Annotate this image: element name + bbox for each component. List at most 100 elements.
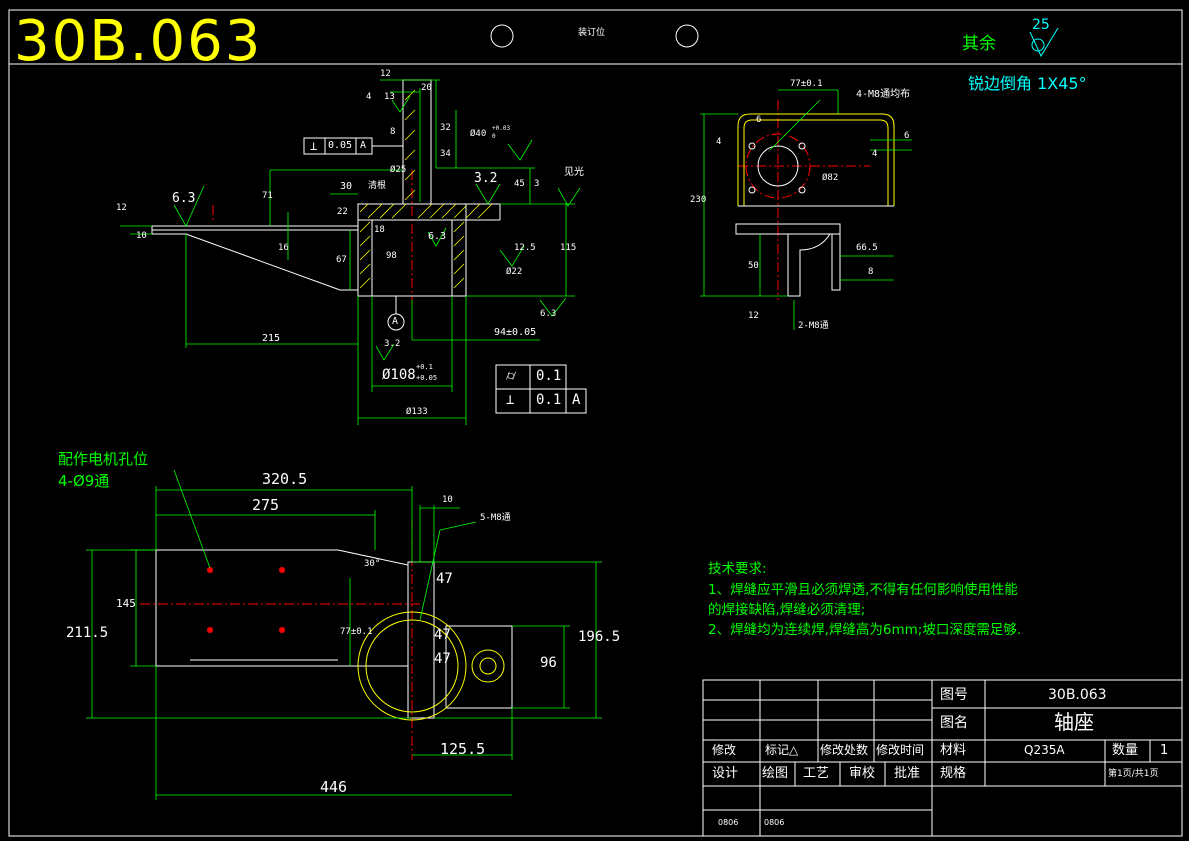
dim-10-plan: 10: [442, 495, 453, 505]
thread-note-2-m8: 2-M8通: [798, 321, 829, 331]
dim-47-c: 47: [434, 651, 451, 667]
dim-30-deg: 30°: [364, 559, 381, 569]
dim-12-side: 12: [748, 311, 759, 321]
dim-125-5: 125.5: [440, 740, 486, 758]
fcf-top-value: 0.05: [328, 140, 353, 151]
fcf-top-frame: [303, 137, 403, 155]
dim-phi108: Ø108: [382, 367, 416, 383]
dim-8-side: 8: [868, 267, 874, 277]
drawing-number-large: 30B.063: [14, 9, 263, 74]
role-approve: 批准: [894, 766, 921, 781]
weld-clean-note: 清根: [368, 181, 387, 191]
fcf-bottom-1-symbol: ⌭: [506, 368, 517, 384]
dim-phi82: Ø82: [822, 173, 839, 183]
tech-requirement-1a: 1、焊缝应平滑且必须焊透,不得有任何影响使用性能: [708, 582, 1018, 598]
drawing-no: 30B.063: [1048, 687, 1107, 703]
fcf-bottom-1-value: 0.1: [536, 368, 562, 384]
dim-20: 20: [421, 83, 432, 93]
drawing-sheet: 30B.063 装订位 其余 25 锐边倒角 1X45° 配作电机孔位 4-Ø9…: [0, 0, 1189, 841]
dim-94: 94±0.05: [494, 327, 537, 338]
thread-note-4-m8: 4-M8通均布: [856, 89, 911, 100]
binding-hole-right: [675, 24, 699, 48]
dim-215: 215: [262, 333, 281, 344]
dim-145: 145: [116, 597, 136, 610]
dim-47-b: 47: [434, 627, 451, 643]
dim-phi40-tol-lower: 0: [492, 133, 496, 140]
dim-6-side-a: 6: [756, 115, 762, 125]
quantity: 1: [1160, 743, 1169, 758]
sheet-frame: [8, 9, 1183, 837]
date-drawing: 0806: [764, 818, 785, 827]
dim-32: 32: [440, 123, 451, 133]
binding-position-label: 装订位: [578, 28, 606, 38]
side-view: [700, 89, 912, 330]
roughness-6-3-left: 6.3: [172, 191, 196, 206]
rest-roughness-label: 其余: [962, 34, 996, 54]
dim-phi133: Ø133: [406, 407, 428, 417]
role-drawing: 绘图: [762, 766, 789, 781]
dim-45: 45: [514, 179, 525, 189]
dim-phi40-tol-upper: +0.03: [492, 125, 511, 132]
role-process: 工艺: [803, 766, 830, 781]
dim-67: 67: [336, 255, 347, 265]
rev-header-mark: 标记△: [765, 743, 799, 757]
dim-phi22: Ø22: [506, 267, 523, 277]
fcf-bottom-2-datum: A: [572, 392, 581, 408]
dim-211-5: 211.5: [66, 625, 109, 641]
dim-22: 22: [337, 207, 348, 217]
fcf-top-symbol: ⊥: [310, 139, 318, 153]
dim-66-5: 66.5: [856, 243, 878, 253]
dim-47-a: 47: [436, 571, 453, 587]
edge-chamfer-note: 锐边倒角 1X45°: [968, 74, 1087, 93]
section-label-a: A: [392, 316, 399, 327]
dim-12-left: 12: [116, 203, 127, 213]
dim-4-side-a: 4: [716, 137, 722, 147]
rev-header-modify: 修改: [712, 743, 737, 757]
dim-18: 18: [374, 225, 385, 235]
cad-drawing: [8, 9, 1183, 837]
dim-446: 446: [320, 778, 348, 796]
dim-196-5: 196.5: [578, 629, 621, 645]
label-part-name: 图名: [940, 715, 968, 731]
thread-note-5-m8: 5-M8通: [480, 513, 511, 523]
tech-requirements-title: 技术要求:: [708, 561, 767, 577]
dim-3: 3: [534, 179, 540, 189]
fcf-bottom-2-value: 0.1: [536, 392, 562, 408]
dim-4: 4: [366, 92, 372, 102]
dim-230: 230: [690, 195, 707, 205]
rev-header-time: 修改时间: [876, 743, 925, 757]
label-drawing-no: 图号: [940, 687, 968, 703]
dim-96: 96: [540, 655, 557, 671]
roughness-3-2-b: 3.2: [384, 339, 401, 349]
roughness-3-2-a: 3.2: [474, 171, 498, 186]
role-review: 审校: [849, 766, 876, 781]
label-spec: 规格: [940, 766, 967, 781]
dim-115: 115: [560, 243, 577, 253]
dim-12-top: 12: [380, 69, 391, 79]
fcf-top-datum: A: [360, 140, 367, 151]
dim-12-5: 12.5: [514, 243, 536, 253]
dim-8: 8: [390, 127, 396, 137]
binding-hole-left: [490, 24, 514, 48]
fcf-bottom-2-symbol: ⊥: [506, 392, 515, 408]
dim-10-left: 10: [136, 231, 147, 241]
dim-phi25: Ø25: [390, 165, 407, 175]
part-name: 轴座: [1054, 710, 1094, 734]
tech-requirement-1b: 的焊接缺陷,焊缝必须清理;: [708, 602, 866, 618]
dim-30: 30: [340, 181, 353, 192]
dim-77-side: 77±0.1: [790, 79, 823, 89]
sheet-info: 第1页/共1页: [1108, 769, 1159, 779]
dim-98: 98: [386, 251, 397, 261]
motor-hole-note: 配作电机孔位: [58, 450, 149, 468]
dim-77-plan: 77±0.1: [340, 627, 373, 637]
motor-holes: [207, 567, 285, 633]
dim-320-5: 320.5: [262, 470, 308, 488]
rest-roughness-value: 25: [1032, 17, 1050, 33]
dim-6-side-b: 6: [904, 131, 910, 141]
motor-hole-count-note: 4-Ø9通: [58, 472, 110, 490]
dim-71: 71: [262, 191, 273, 201]
finish-note: 见光: [564, 167, 584, 178]
dim-16: 16: [278, 243, 289, 253]
rev-header-count: 修改处数: [820, 743, 869, 757]
role-design: 设计: [712, 766, 739, 781]
